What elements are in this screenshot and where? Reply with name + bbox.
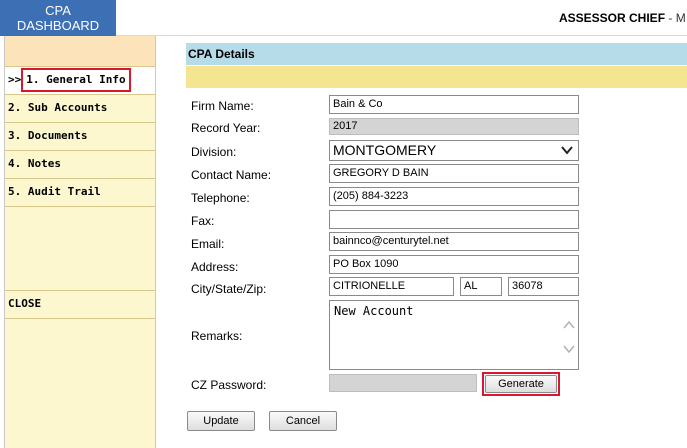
scroll-up-icon	[563, 320, 575, 329]
telephone-label: Telephone:	[191, 191, 250, 205]
record-year-label: Record Year:	[191, 121, 261, 135]
section-title: CPA Details	[186, 43, 687, 65]
city-input[interactable]: CITRIONELLE	[329, 277, 454, 296]
remarks-textarea[interactable]: New Account	[329, 300, 579, 370]
top-bar: CPA DASHBOARD ASSESSOR CHIEF - M	[0, 0, 687, 36]
sidebar-header	[5, 36, 155, 67]
sidebar-item-documents[interactable]: 3. Documents	[5, 123, 155, 151]
sidebar-item-notes[interactable]: 4. Notes	[5, 151, 155, 179]
firm-name-label: Firm Name:	[191, 99, 254, 113]
firm-name-input[interactable]: Bain & Co	[329, 95, 579, 114]
update-button[interactable]: Update	[187, 411, 255, 431]
email-label: Email:	[191, 237, 225, 251]
section-band	[186, 66, 687, 88]
sidebar: >> 1. General Info 2. Sub Accounts 3. Doc…	[4, 36, 156, 448]
record-year-input: 2017	[329, 118, 579, 135]
sidebar-item-close[interactable]: CLOSE	[5, 291, 155, 319]
page-title-main: ASSESSOR CHIEF	[559, 11, 666, 25]
cancel-button[interactable]: Cancel	[269, 411, 337, 431]
page-title-suffix: - M	[665, 11, 686, 25]
sidebar-item-audit-trail[interactable]: 5. Audit Trail	[5, 179, 155, 207]
dashboard-logo[interactable]: CPA DASHBOARD	[0, 0, 116, 36]
fax-input[interactable]	[329, 210, 579, 229]
state-input[interactable]: AL	[460, 277, 502, 296]
remarks-label: Remarks:	[191, 329, 243, 343]
email-input[interactable]: bainnco@centurytel.net	[329, 232, 579, 251]
sidebar-item-general-info[interactable]: >> 1. General Info	[5, 67, 155, 95]
scroll-down-icon	[563, 345, 575, 354]
generate-button[interactable]: Generate	[485, 375, 557, 393]
zip-input[interactable]: 36078	[508, 277, 579, 296]
chevron-down-icon	[561, 146, 573, 155]
division-label: Division:	[191, 145, 237, 159]
address-input[interactable]: PO Box 1090	[329, 255, 579, 274]
remarks-text: New Account	[334, 304, 414, 318]
active-marker: >>	[8, 73, 22, 86]
page-title: ASSESSOR CHIEF - M	[559, 11, 686, 25]
main-panel: CPA Details Firm Name: Bain & Co Record …	[186, 43, 687, 431]
city-state-zip-label: City/State/Zip:	[191, 282, 267, 296]
logo-line2: DASHBOARD	[16, 18, 100, 33]
cz-password-input	[329, 374, 477, 392]
sidebar-item-sub-accounts[interactable]: 2. Sub Accounts	[5, 95, 155, 123]
cz-password-label: CZ Password:	[191, 378, 267, 392]
fax-label: Fax:	[191, 214, 215, 228]
sidebar-spacer	[5, 207, 155, 291]
contact-name-input[interactable]: GREGORY D BAIN	[329, 164, 579, 183]
division-selected-value: MONTGOMERY	[333, 142, 437, 158]
address-label: Address:	[191, 260, 239, 274]
telephone-input[interactable]: (205) 884-3223	[329, 187, 579, 206]
textarea-scrollbar[interactable]	[561, 302, 577, 368]
logo-line1: CPA	[45, 3, 71, 18]
division-select[interactable]: MONTGOMERY	[329, 140, 579, 161]
contact-name-label: Contact Name:	[191, 168, 272, 182]
sidebar-item-label: 1. General Info	[21, 68, 131, 92]
